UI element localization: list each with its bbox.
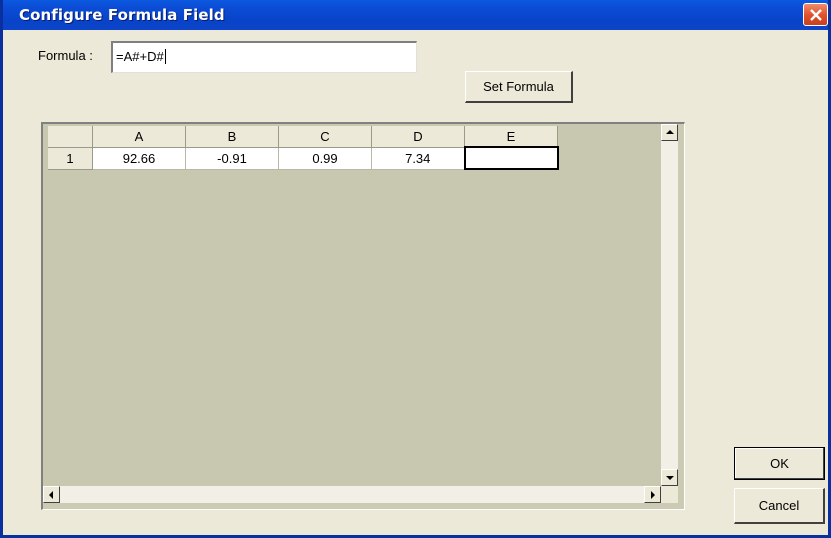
row-header-1[interactable]: 1 xyxy=(48,147,93,170)
scroll-down-icon xyxy=(666,476,674,480)
grid-table: A B C D E 1 92.66 -0.91 0.99 7.34 xyxy=(48,126,559,170)
cell-b1[interactable]: -0.91 xyxy=(185,147,279,170)
grid-header-row: A B C D E xyxy=(48,126,558,148)
scroll-right-icon xyxy=(651,491,655,499)
scroll-up-icon xyxy=(666,130,674,134)
formula-value: =A#+D# xyxy=(116,49,164,64)
column-header-c[interactable]: C xyxy=(278,126,372,148)
spreadsheet-grid: A B C D E 1 92.66 -0.91 0.99 7.34 xyxy=(41,122,685,510)
scroll-right-button[interactable] xyxy=(644,486,661,503)
set-formula-button[interactable]: Set Formula xyxy=(465,71,573,103)
column-header-a[interactable]: A xyxy=(92,126,186,148)
close-icon xyxy=(810,9,822,21)
cell-d1[interactable]: 7.34 xyxy=(371,147,465,170)
ok-button[interactable]: OK xyxy=(734,447,825,480)
close-button[interactable] xyxy=(803,3,828,26)
column-header-e[interactable]: E xyxy=(464,126,558,148)
scroll-down-button[interactable] xyxy=(661,469,678,486)
cancel-button[interactable]: Cancel xyxy=(734,488,825,524)
cell-a1[interactable]: 92.66 xyxy=(92,147,186,170)
text-caret xyxy=(164,49,166,64)
formula-input[interactable]: =A#+D# xyxy=(111,41,417,73)
column-header-d[interactable]: D xyxy=(371,126,465,148)
scroll-up-button[interactable] xyxy=(661,124,678,141)
scroll-left-icon xyxy=(49,491,53,499)
formula-label: Formula : xyxy=(38,48,93,63)
column-header-b[interactable]: B xyxy=(185,126,279,148)
horizontal-scrollbar[interactable] xyxy=(43,486,661,503)
vertical-scrollbar[interactable] xyxy=(661,124,678,486)
cell-c1[interactable]: 0.99 xyxy=(278,147,372,170)
cell-e1[interactable] xyxy=(463,146,559,170)
grid-area[interactable]: A B C D E 1 92.66 -0.91 0.99 7.34 xyxy=(43,124,661,486)
table-row: 1 92.66 -0.91 0.99 7.34 xyxy=(48,146,559,170)
grid-corner[interactable] xyxy=(48,126,93,148)
window-title: Configure Formula Field xyxy=(19,6,225,24)
dialog-window: Configure Formula Field Formula : =A#+D#… xyxy=(0,0,831,538)
scrollbar-corner xyxy=(661,486,678,503)
title-bar[interactable]: Configure Formula Field xyxy=(3,0,828,30)
scroll-left-button[interactable] xyxy=(43,486,60,503)
